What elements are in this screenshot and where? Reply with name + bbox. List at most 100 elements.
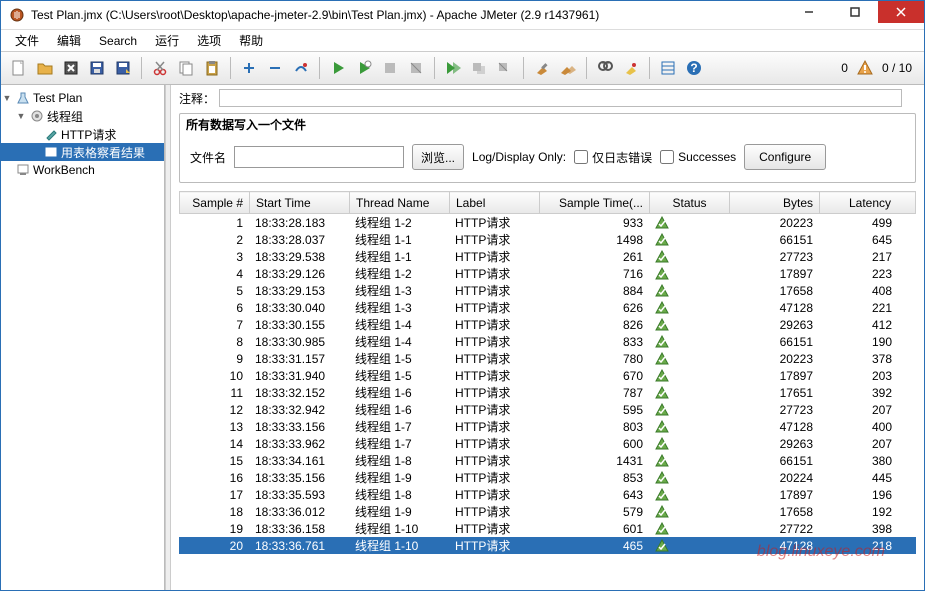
tree-label: WorkBench (33, 163, 95, 177)
table-row[interactable]: 118:33:28.183线程组 1-2HTTP请求93320223499 (179, 214, 916, 231)
close-file-icon[interactable] (59, 56, 83, 80)
table-row[interactable]: 518:33:29.153线程组 1-3HTTP请求88417658408 (179, 282, 916, 299)
window-buttons (786, 1, 924, 29)
menu-file[interactable]: 文件 (7, 30, 47, 51)
remote-shutdown-icon[interactable] (493, 56, 517, 80)
minimize-button[interactable] (786, 1, 832, 23)
table-row[interactable]: 1018:33:31.940线程组 1-5HTTP请求67017897203 (179, 367, 916, 384)
successes-checkbox[interactable]: Successes (660, 150, 736, 164)
col-status[interactable]: Status (650, 192, 730, 214)
pipette-icon (43, 126, 59, 142)
search-icon[interactable] (593, 56, 617, 80)
new-icon[interactable] (7, 56, 31, 80)
expand-icon[interactable] (237, 56, 261, 80)
clear-icon[interactable] (530, 56, 554, 80)
status-ok-icon (655, 471, 723, 485)
tree-test-plan[interactable]: ▼ Test Plan (1, 89, 164, 107)
clear-all-icon[interactable] (556, 56, 580, 80)
comment-label: 注释： (175, 90, 219, 107)
remote-start-icon[interactable] (441, 56, 465, 80)
menu-help[interactable]: 帮助 (231, 30, 271, 51)
save-as-icon[interactable] (111, 56, 135, 80)
shutdown-icon[interactable] (404, 56, 428, 80)
tree-label: Test Plan (33, 91, 82, 105)
table-row[interactable]: 1618:33:35.156线程组 1-9HTTP请求85320224445 (179, 469, 916, 486)
tree-label: 用表格察看结果 (61, 144, 145, 161)
tree-view-results-table[interactable]: 用表格察看结果 (1, 143, 164, 161)
menu-options[interactable]: 选项 (189, 30, 229, 51)
col-sample[interactable]: Sample # (180, 192, 250, 214)
right-panel: 注释： 所有数据写入一个文件 文件名 浏览... Log/Display Onl… (171, 85, 924, 590)
toggle-icon[interactable] (289, 56, 313, 80)
tree-thread-group[interactable]: ▼ 线程组 (1, 107, 164, 125)
remote-stop-icon[interactable] (467, 56, 491, 80)
function-helper-icon[interactable] (656, 56, 680, 80)
status-ok-icon (655, 369, 723, 383)
thread-icon (29, 108, 45, 124)
test-tree[interactable]: ▼ Test Plan ▼ 线程组 HTTP请求 用表格察看结果 WorkBen… (1, 85, 165, 590)
logdisplay-label: Log/Display Only: (472, 150, 566, 164)
titlebar: Test Plan.jmx (C:\Users\root\Desktop\apa… (1, 1, 924, 29)
copy-icon[interactable] (174, 56, 198, 80)
cut-icon[interactable] (148, 56, 172, 80)
col-latency[interactable]: Latency (820, 192, 916, 214)
table-row[interactable]: 1718:33:35.593线程组 1-8HTTP请求64317897196 (179, 486, 916, 503)
app-icon (9, 7, 25, 23)
status-ok-icon (655, 301, 723, 315)
status-ok-icon (655, 267, 723, 281)
table-row[interactable]: 1118:33:32.152线程组 1-6HTTP请求78717651392 (179, 384, 916, 401)
tree-http-request[interactable]: HTTP请求 (1, 125, 164, 143)
results-table[interactable]: Sample # Start Time Thread Name Label Sa… (179, 191, 916, 586)
menu-edit[interactable]: 编辑 (49, 30, 89, 51)
table-row[interactable]: 1218:33:32.942线程组 1-6HTTP请求59527723207 (179, 401, 916, 418)
tree-workbench[interactable]: WorkBench (1, 161, 164, 179)
errors-only-checkbox[interactable]: 仅日志错误 (574, 149, 652, 166)
menu-run[interactable]: 运行 (147, 30, 187, 51)
stop-icon[interactable] (378, 56, 402, 80)
comment-row: 注释： (175, 87, 920, 109)
workbench-icon (15, 162, 31, 178)
comment-input[interactable] (219, 89, 902, 107)
status-ok-icon (655, 488, 723, 502)
collapse-icon[interactable] (263, 56, 287, 80)
tree-label: 线程组 (47, 108, 83, 125)
col-thread-name[interactable]: Thread Name (350, 192, 450, 214)
table-row[interactable]: 718:33:30.155线程组 1-4HTTP请求82629263412 (179, 316, 916, 333)
menu-search[interactable]: Search (91, 32, 145, 50)
col-bytes[interactable]: Bytes (730, 192, 820, 214)
status-ok-icon (655, 386, 723, 400)
table-row[interactable]: 1418:33:33.962线程组 1-7HTTP请求60029263207 (179, 435, 916, 452)
table-row[interactable]: 1318:33:33.156线程组 1-7HTTP请求80347128400 (179, 418, 916, 435)
svg-text:?: ? (690, 61, 697, 75)
status-ok-icon (655, 437, 723, 451)
table-row[interactable]: 618:33:30.040线程组 1-3HTTP请求62647128221 (179, 299, 916, 316)
start-no-timers-icon[interactable] (352, 56, 376, 80)
toolbar: ? 0 0 / 10 (1, 51, 924, 85)
tree-label: HTTP请求 (61, 126, 116, 143)
table-row[interactable]: 418:33:29.126线程组 1-2HTTP请求71617897223 (179, 265, 916, 282)
col-sample-time[interactable]: Sample Time(... (540, 192, 650, 214)
table-row[interactable]: 318:33:29.538线程组 1-1HTTP请求26127723217 (179, 248, 916, 265)
table-row[interactable]: 818:33:30.985线程组 1-4HTTP请求83366151190 (179, 333, 916, 350)
configure-button[interactable]: Configure (744, 144, 826, 170)
table-row[interactable]: 218:33:28.037线程组 1-1HTTP请求149866151645 (179, 231, 916, 248)
table-row[interactable]: 1818:33:36.012线程组 1-9HTTP请求57917658192 (179, 503, 916, 520)
thread-counter: 0 / 10 (876, 61, 918, 75)
browse-button[interactable]: 浏览... (412, 144, 464, 170)
table-icon (43, 144, 59, 160)
table-row[interactable]: 1918:33:36.158线程组 1-10HTTP请求60127722398 (179, 520, 916, 537)
table-row[interactable]: 918:33:31.157线程组 1-5HTTP请求78020223378 (179, 350, 916, 367)
paste-icon[interactable] (200, 56, 224, 80)
start-icon[interactable] (326, 56, 350, 80)
save-icon[interactable] (85, 56, 109, 80)
reset-search-icon[interactable] (619, 56, 643, 80)
open-icon[interactable] (33, 56, 57, 80)
filename-input[interactable] (234, 146, 404, 168)
table-row[interactable]: 2018:33:36.761线程组 1-10HTTP请求46547128218 (179, 537, 916, 554)
maximize-button[interactable] (832, 1, 878, 23)
table-row[interactable]: 1518:33:34.161线程组 1-8HTTP请求143166151380 (179, 452, 916, 469)
col-start-time[interactable]: Start Time (250, 192, 350, 214)
close-button[interactable] (878, 1, 924, 23)
help-icon[interactable]: ? (682, 56, 706, 80)
col-label[interactable]: Label (450, 192, 540, 214)
